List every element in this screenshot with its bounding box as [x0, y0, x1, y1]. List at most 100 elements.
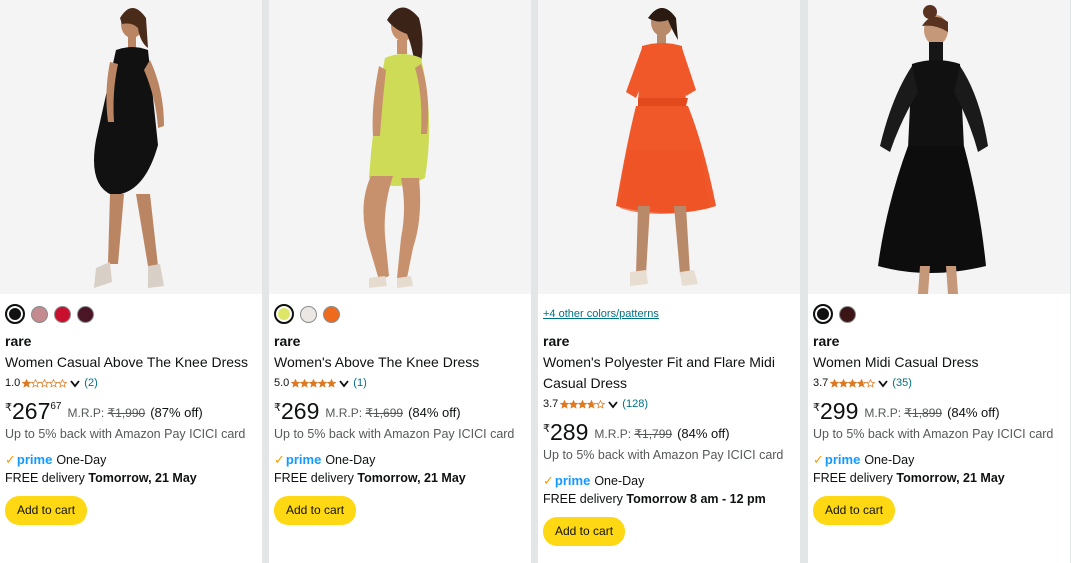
rating-row[interactable]: 5.0 (1)	[274, 376, 526, 390]
product-title[interactable]: Women's Above The Knee Dress	[274, 352, 526, 373]
cashback-offer: Up to 5% back with Amazon Pay ICICI card	[5, 427, 246, 441]
product-title-line[interactable]: Women Midi Casual Dress	[813, 352, 1065, 373]
brand-name: rare	[813, 333, 840, 349]
rating-value: 3.7	[813, 377, 829, 389]
star-rating[interactable]	[291, 378, 337, 388]
add-to-cart-button[interactable]: Add to cart	[5, 496, 88, 525]
product-title-line[interactable]: Women Casual Above The Knee Dress	[5, 352, 257, 373]
color-swatches	[274, 302, 526, 326]
star-icon	[318, 378, 328, 388]
prime-logo: ✓ prime	[543, 473, 590, 489]
mrp-value: ₹1,699	[365, 406, 404, 420]
product-title-line[interactable]: Women's Polyester Fit and Flare Midi	[543, 352, 795, 373]
price[interactable]: ₹ 267 67 M.R.P: ₹1,990 (87% off)	[5, 398, 257, 424]
mrp-label: M.R.P:	[864, 406, 902, 420]
delivery-info: FREE delivery Tomorrow 8 am - 12 pm	[543, 491, 795, 508]
rating-row[interactable]: 3.7 (128)	[543, 397, 795, 411]
chevron-down-icon[interactable]	[608, 400, 618, 409]
rating-value: 3.7	[543, 398, 559, 410]
star-icon	[309, 378, 319, 388]
discount: (87% off)	[150, 405, 203, 420]
color-swatch[interactable]	[54, 305, 71, 323]
price[interactable]: ₹ 289 M.R.P: ₹1,799 (84% off)	[543, 419, 795, 445]
price[interactable]: ₹ 299 M.R.P: ₹1,899 (84% off)	[813, 398, 1065, 424]
star-icon	[327, 378, 337, 388]
star-rating[interactable]	[830, 378, 876, 388]
cashback-offer: Up to 5% back with Amazon Pay ICICI card	[813, 427, 1054, 441]
color-swatch[interactable]	[5, 304, 25, 324]
product-title-line[interactable]: Women's Above The Knee Dress	[274, 352, 526, 373]
delivery-info: FREE delivery Tomorrow, 21 May	[274, 470, 526, 487]
check-icon: ✓	[813, 451, 824, 467]
product-title[interactable]: Women Casual Above The Knee Dress	[5, 352, 257, 373]
currency-symbol: ₹	[5, 402, 12, 414]
review-count[interactable]: (128)	[622, 398, 648, 410]
product-image[interactable]	[269, 0, 531, 294]
color-swatch[interactable]	[300, 305, 317, 323]
color-swatch[interactable]	[274, 304, 294, 324]
color-swatch[interactable]	[839, 305, 856, 323]
review-count[interactable]: (35)	[892, 377, 912, 389]
star-icon	[866, 378, 876, 388]
product-image[interactable]	[0, 0, 262, 294]
price[interactable]: ₹ 269 M.R.P: ₹1,699 (84% off)	[274, 398, 526, 424]
rating-value: 5.0	[274, 377, 290, 389]
product-image[interactable]	[538, 0, 800, 294]
color-swatch[interactable]	[31, 305, 48, 323]
product-card[interactable]: rare Women's Above The Knee Dress 5.0 (1…	[269, 0, 531, 563]
price-whole: 267	[12, 398, 51, 424]
cashback-offer: Up to 5% back with Amazon Pay ICICI card	[543, 448, 784, 462]
star-rating[interactable]	[560, 399, 606, 409]
delivery-date: Tomorrow, 21 May	[896, 471, 1005, 485]
product-title-line[interactable]: Casual Dress	[543, 373, 795, 394]
add-to-cart-button[interactable]: Add to cart	[274, 496, 357, 525]
color-swatch[interactable]	[813, 304, 833, 324]
prime-logo: ✓ prime	[274, 452, 321, 468]
product-card[interactable]: rare Women Casual Above The Knee Dress 1…	[0, 0, 262, 563]
star-icon	[49, 378, 59, 388]
prime-speed: One-Day	[864, 452, 915, 467]
add-to-cart-button[interactable]: Add to cart	[543, 517, 626, 546]
mrp: M.R.P: ₹1,699	[325, 406, 403, 420]
chevron-down-icon[interactable]	[70, 379, 80, 388]
delivery-info: FREE delivery Tomorrow, 21 May	[5, 470, 257, 487]
prime-badge: ✓ prime One-Day	[543, 473, 795, 489]
add-to-cart-button[interactable]: Add to cart	[813, 496, 896, 525]
prime-speed: One-Day	[56, 452, 107, 467]
more-colors-link[interactable]: +4 other colors/patterns	[543, 302, 795, 326]
chevron-down-icon[interactable]	[878, 379, 888, 388]
star-icon	[291, 378, 301, 388]
product-image[interactable]	[808, 0, 1070, 294]
color-swatches	[813, 302, 1065, 326]
currency-symbol: ₹	[274, 402, 281, 414]
delivery-prefix: FREE delivery	[5, 471, 85, 485]
brand-name: rare	[5, 333, 32, 349]
star-icon	[830, 378, 840, 388]
star-icon	[22, 378, 32, 388]
chevron-down-icon[interactable]	[339, 379, 349, 388]
delivery-prefix: FREE delivery	[813, 471, 893, 485]
mrp-value: ₹1,990	[107, 406, 146, 420]
mrp-label: M.R.P:	[594, 427, 632, 441]
star-icon	[848, 378, 858, 388]
price-fraction: 67	[50, 401, 62, 412]
currency-symbol: ₹	[813, 402, 820, 414]
prime-speed: One-Day	[325, 452, 376, 467]
star-icon	[40, 378, 50, 388]
color-swatch[interactable]	[77, 305, 94, 323]
product-title[interactable]: Women's Polyester Fit and Flare Midi Cas…	[543, 352, 795, 394]
discount: (84% off)	[947, 405, 1000, 420]
star-icon	[596, 399, 606, 409]
rating-row[interactable]: 3.7 (35)	[813, 376, 1065, 390]
color-swatch[interactable]	[323, 305, 340, 323]
prime-logo: ✓ prime	[5, 452, 52, 468]
rating-row[interactable]: 1.0 (2)	[5, 376, 257, 390]
prime-label: prime	[285, 452, 322, 467]
product-card[interactable]: +4 other colors/patterns rare Women's Po…	[538, 0, 800, 563]
star-rating[interactable]	[22, 378, 68, 388]
product-card[interactable]: rare Women Midi Casual Dress 3.7 (35) ₹ …	[808, 0, 1070, 563]
review-count[interactable]: (2)	[84, 377, 97, 389]
product-title[interactable]: Women Midi Casual Dress	[813, 352, 1065, 373]
prime-logo: ✓ prime	[813, 452, 860, 468]
review-count[interactable]: (1)	[353, 377, 366, 389]
